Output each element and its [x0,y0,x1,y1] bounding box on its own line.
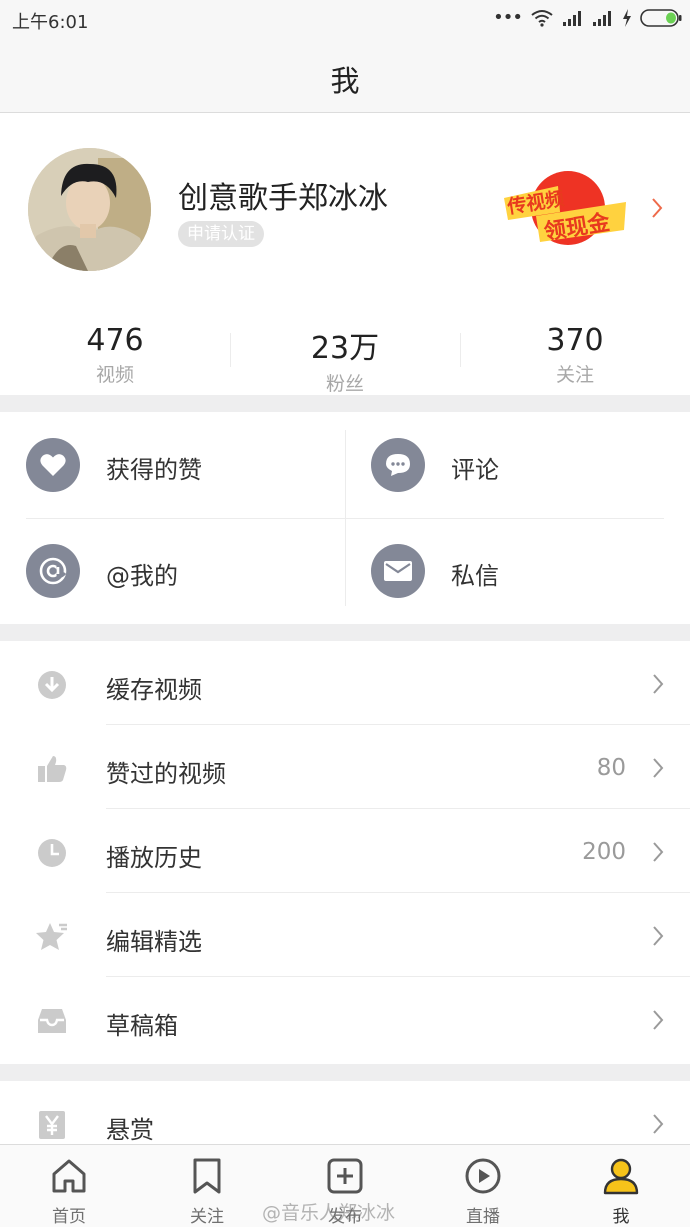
tab-label: 直播 [466,1207,500,1227]
grid-item-comments[interactable]: 评论 [371,412,690,518]
menu-item-bounty[interactable]: 悬赏 [0,1081,690,1144]
stats-row: 476 视频 23万 粉丝 370 关注 [0,318,690,395]
play-icon [465,1158,501,1194]
menu-item-liked-videos[interactable]: 赞过的视频 80 [0,725,690,809]
divider [345,430,346,606]
signal-icon [563,11,581,26]
menu-label: 缓存视频 [106,676,202,704]
stat-fans[interactable]: 23万 粉丝 [230,318,460,395]
stat-label: 视频 [95,364,134,386]
inbox-icon [38,1009,66,1033]
menu-item-history[interactable]: 播放历史 200 [0,809,690,893]
grid-label: 获得的赞 [106,456,202,484]
chevron-right-icon [653,1114,664,1134]
menu-label: 草稿箱 [106,1012,178,1040]
grid-item-likes[interactable]: 获得的赞 [26,412,345,518]
status-icons: ••• [493,8,682,28]
chevron-right-icon [653,1010,664,1030]
menu-count: 200 [582,839,626,865]
grid-label: 评论 [451,456,499,484]
tab-label: 首页 [52,1207,86,1227]
grid-label: @我的 [106,562,178,590]
menu-list-secondary: 悬赏 [0,1081,690,1144]
home-icon [52,1159,86,1193]
stat-following[interactable]: 370 关注 [460,318,690,395]
stat-videos[interactable]: 476 视频 [0,318,230,395]
mail-icon [371,544,425,598]
menu-label: 播放历史 [106,844,202,872]
menu-item-editor-picks[interactable]: 编辑精选 [0,893,690,977]
more-dots-icon: ••• [493,7,523,28]
tab-live[interactable]: 直播 [414,1145,552,1227]
chevron-right-icon[interactable] [650,197,664,219]
stat-label: 关注 [555,364,594,386]
tab-home[interactable]: 首页 [0,1145,138,1227]
tab-follow[interactable]: 关注 [138,1145,276,1227]
menu-label: 悬赏 [106,1116,154,1144]
charging-icon [623,9,631,27]
user-icon [603,1158,639,1195]
watermark: @音乐人郑冰冰 [262,1202,396,1224]
menu-label: 赞过的视频 [106,760,226,788]
signal-icon-2 [593,11,611,26]
page-title: 我 [330,64,360,98]
thumbs-up-icon [38,756,67,782]
chevron-right-icon [653,674,664,694]
grid-item-messages[interactable]: 私信 [371,518,690,624]
chevron-right-icon [653,758,664,778]
menu-label: 编辑精选 [106,928,202,956]
menu-item-drafts[interactable]: 草稿箱 [0,977,690,1061]
battery-icon [640,9,682,27]
tab-label: 关注 [190,1207,224,1227]
top-bar: 我 [0,38,690,113]
status-bar: 上午6:01 ••• [0,0,690,38]
yen-icon [39,1111,65,1139]
star-icon [36,923,67,950]
menu-count: 80 [596,755,626,781]
bookmark-icon [193,1158,221,1194]
download-icon [38,671,66,699]
wifi-icon [531,10,553,27]
menu-item-cached-videos[interactable]: 缓存视频 [0,641,690,725]
stat-label: 粉丝 [325,373,364,395]
promo-badge[interactable]: 传视频 领现金 [500,168,630,248]
avatar[interactable] [28,148,151,271]
stat-value: 476 [86,323,144,358]
comment-icon [371,438,425,492]
tab-me[interactable]: 我 [552,1145,690,1227]
verify-badge[interactable]: 申请认证 [178,221,264,247]
section-gap [0,1064,690,1081]
status-time: 上午6:01 [12,12,89,33]
chevron-right-icon [653,842,664,862]
username: 创意歌手郑冰冰 [178,181,388,216]
interaction-grid: 获得的赞 评论 @我的 私信 [0,412,690,624]
section-gap [0,624,690,641]
grid-label: 私信 [451,562,499,590]
chevron-right-icon [653,926,664,946]
tab-label: 我 [612,1207,630,1227]
profile-section[interactable]: 创意歌手郑冰冰 申请认证 传视频 领现金 476 视频 23万 粉丝 370 关… [0,113,690,395]
add-icon [327,1158,363,1194]
heart-icon [26,438,80,492]
stat-value: 370 [546,323,604,358]
at-icon [26,544,80,598]
grid-item-mentions[interactable]: @我的 [26,518,345,624]
menu-list: 缓存视频 赞过的视频 80 播放历史 200 编辑精选 草稿箱 [0,641,690,1064]
stat-value: 23万 [310,331,380,366]
section-gap [0,395,690,412]
clock-icon [38,839,66,867]
